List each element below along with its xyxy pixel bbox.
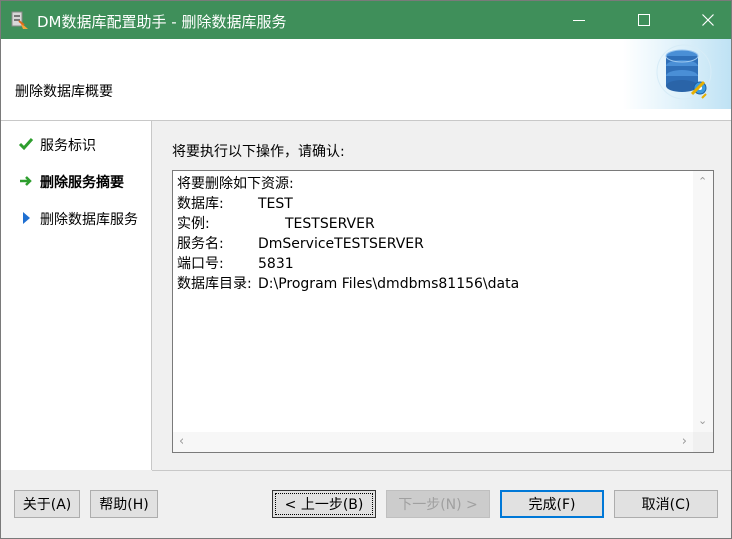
summary-key: 端口号:	[177, 256, 224, 272]
scroll-right-icon[interactable]: ›	[682, 435, 687, 448]
window-title: DM数据库配置助手 - 删除数据库服务	[37, 13, 287, 31]
scroll-down-icon[interactable]: ⌄	[698, 415, 707, 426]
summary-key: 数据库:	[177, 196, 224, 212]
summary-key: 实例:	[177, 216, 210, 232]
dm-config-assistant-window: DM数据库配置助手 - 删除数据库服务 删除数据库概要 服务标识 删除服务摘要 …	[0, 0, 732, 539]
summary-key: 数据库目录:	[177, 276, 252, 292]
summary-value: DmServiceTESTSERVER	[258, 236, 424, 252]
page-title: 删除数据库概要	[15, 84, 113, 100]
triangle-right-icon	[23, 212, 30, 224]
wizard-header: 删除数据库概要	[1, 39, 731, 121]
checkmark-icon	[18, 138, 34, 151]
step-delete-summary: 删除服务摘要	[1, 169, 151, 193]
back-button[interactable]: < 上一步(B)	[272, 490, 376, 518]
cancel-button[interactable]: 取消(C)	[614, 490, 718, 518]
title-bar[interactable]: DM数据库配置助手 - 删除数据库服务	[1, 1, 731, 39]
close-icon	[702, 14, 714, 26]
finish-button[interactable]: 完成(F)	[500, 490, 604, 518]
close-button[interactable]	[685, 1, 731, 39]
database-gear-icon	[656, 44, 712, 100]
horizontal-scrollbar[interactable]: ‹ ›	[173, 432, 693, 452]
scroll-left-icon[interactable]: ‹	[179, 435, 184, 448]
summary-value: TEST	[258, 196, 293, 212]
maximize-button[interactable]	[621, 1, 667, 39]
steps-panel: 服务标识 删除服务摘要 删除数据库服务	[1, 121, 152, 470]
minimize-button[interactable]	[556, 1, 602, 39]
confirm-prompt: 将要执行以下操作，请确认:	[172, 144, 345, 160]
summary-textbox[interactable]: 将要删除如下资源: 数据库: TEST 实例: TESTSERVER 服务名: …	[172, 170, 714, 453]
arrow-right-icon	[20, 176, 32, 186]
step-delete-db-service: 删除数据库服务	[1, 206, 151, 230]
step-label: 删除服务摘要	[40, 175, 124, 191]
content-panel: 将要执行以下操作，请确认: 将要删除如下资源: 数据库: TEST 实例: TE…	[152, 121, 731, 471]
summary-key: 服务名:	[177, 236, 224, 252]
step-label: 删除数据库服务	[40, 212, 138, 228]
scrollbar-corner	[693, 432, 713, 452]
step-service-id: 服务标识	[1, 132, 151, 156]
maximize-icon	[638, 14, 650, 26]
summary-value: D:\Program Files\dmdbms81156\data	[258, 276, 520, 292]
scroll-up-icon[interactable]: ⌃	[698, 176, 707, 187]
header-banner	[623, 39, 731, 109]
help-button[interactable]: 帮助(H)	[90, 490, 158, 518]
next-button[interactable]: 下一步(N) >	[386, 490, 490, 518]
dm-app-icon	[11, 10, 29, 30]
summary-value: TESTSERVER	[285, 216, 375, 232]
step-label: 服务标识	[40, 138, 96, 154]
about-button[interactable]: 关于(A)	[14, 490, 80, 518]
summary-value: 5831	[258, 256, 294, 272]
minimize-icon	[573, 19, 585, 21]
vertical-scrollbar[interactable]: ⌃ ⌄	[693, 171, 713, 432]
